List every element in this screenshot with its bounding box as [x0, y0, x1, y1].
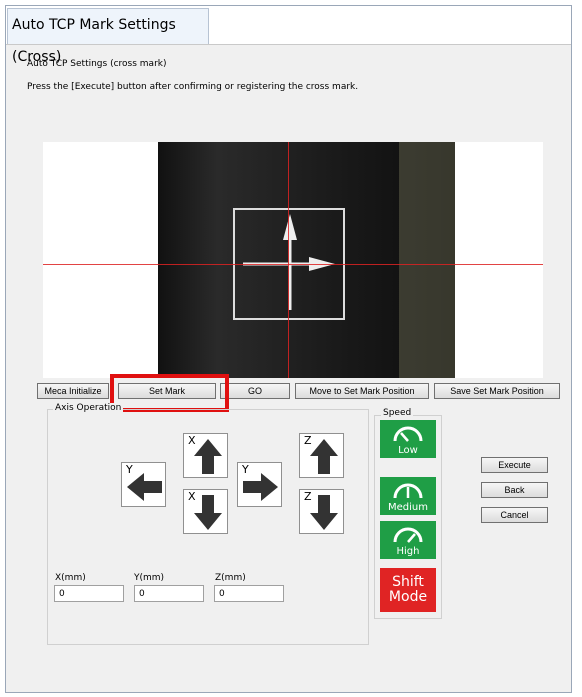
execute-button[interactable]: Execute: [481, 457, 548, 473]
speed-medium-button[interactable]: Medium: [380, 477, 436, 515]
meca-initialize-button[interactable]: Meca Initialize: [37, 383, 109, 399]
x-coord-label: X(mm): [55, 573, 86, 583]
arrow-down-icon: [310, 495, 338, 530]
y-coord-label: Y(mm): [134, 573, 165, 583]
x-plus-button[interactable]: X: [183, 433, 228, 478]
speed-low-button[interactable]: Low: [380, 420, 436, 458]
arrow-right-icon: [243, 473, 278, 501]
arrow-up-icon: [194, 439, 222, 474]
speed-medium-label: Medium: [388, 502, 428, 513]
arrow-left-icon: [127, 473, 162, 501]
crosshair-horizontal: [43, 264, 543, 265]
crosshair-vertical: [288, 142, 289, 378]
cross-mark-arrows: [243, 214, 335, 310]
instruction-text: Press the [Execute] button after confirm…: [27, 82, 359, 92]
axis-operation-title: Axis Operation: [53, 403, 124, 413]
section-heading: Auto TCP Settings (cross mark): [27, 59, 167, 69]
y-minus-button[interactable]: Y: [121, 462, 166, 507]
save-set-mark-button[interactable]: Save Set Mark Position: [434, 383, 560, 399]
speed-high-button[interactable]: High: [380, 521, 436, 559]
cancel-button[interactable]: Cancel: [481, 507, 548, 523]
tab-strip: Auto TCP Mark Settings (Cross): [6, 6, 571, 65]
z-coord-label: Z(mm): [215, 573, 246, 583]
speed-title: Speed: [381, 408, 414, 418]
y-coord-field[interactable]: [134, 585, 204, 602]
x-minus-button[interactable]: X: [183, 489, 228, 534]
speed-high-label: High: [396, 546, 420, 557]
z-minus-button[interactable]: Z: [299, 489, 344, 534]
arrow-down-icon: [194, 495, 222, 530]
gauge-low-icon: [393, 426, 423, 442]
gauge-high-icon: [393, 527, 423, 543]
go-button[interactable]: GO: [220, 383, 290, 399]
back-button[interactable]: Back: [481, 482, 548, 498]
gauge-medium-icon: [393, 483, 423, 499]
window-title-tab[interactable]: Auto TCP Mark Settings (Cross): [7, 8, 209, 65]
move-to-set-mark-button[interactable]: Move to Set Mark Position: [295, 383, 429, 399]
camera-view: [43, 142, 543, 378]
set-mark-highlight: [110, 374, 229, 412]
z-plus-button[interactable]: Z: [299, 433, 344, 478]
x-coord-field[interactable]: [54, 585, 124, 602]
shift-mode-button[interactable]: Shift Mode: [380, 568, 436, 612]
settings-window: Auto TCP Mark Settings (Cross) Auto TCP …: [5, 5, 572, 693]
y-plus-button[interactable]: Y: [237, 462, 282, 507]
speed-low-label: Low: [398, 445, 418, 456]
shift-mode-line1: Shift: [392, 574, 424, 590]
arrow-up-icon: [310, 439, 338, 474]
shift-mode-line2: Mode: [388, 589, 428, 605]
z-coord-field[interactable]: [214, 585, 284, 602]
